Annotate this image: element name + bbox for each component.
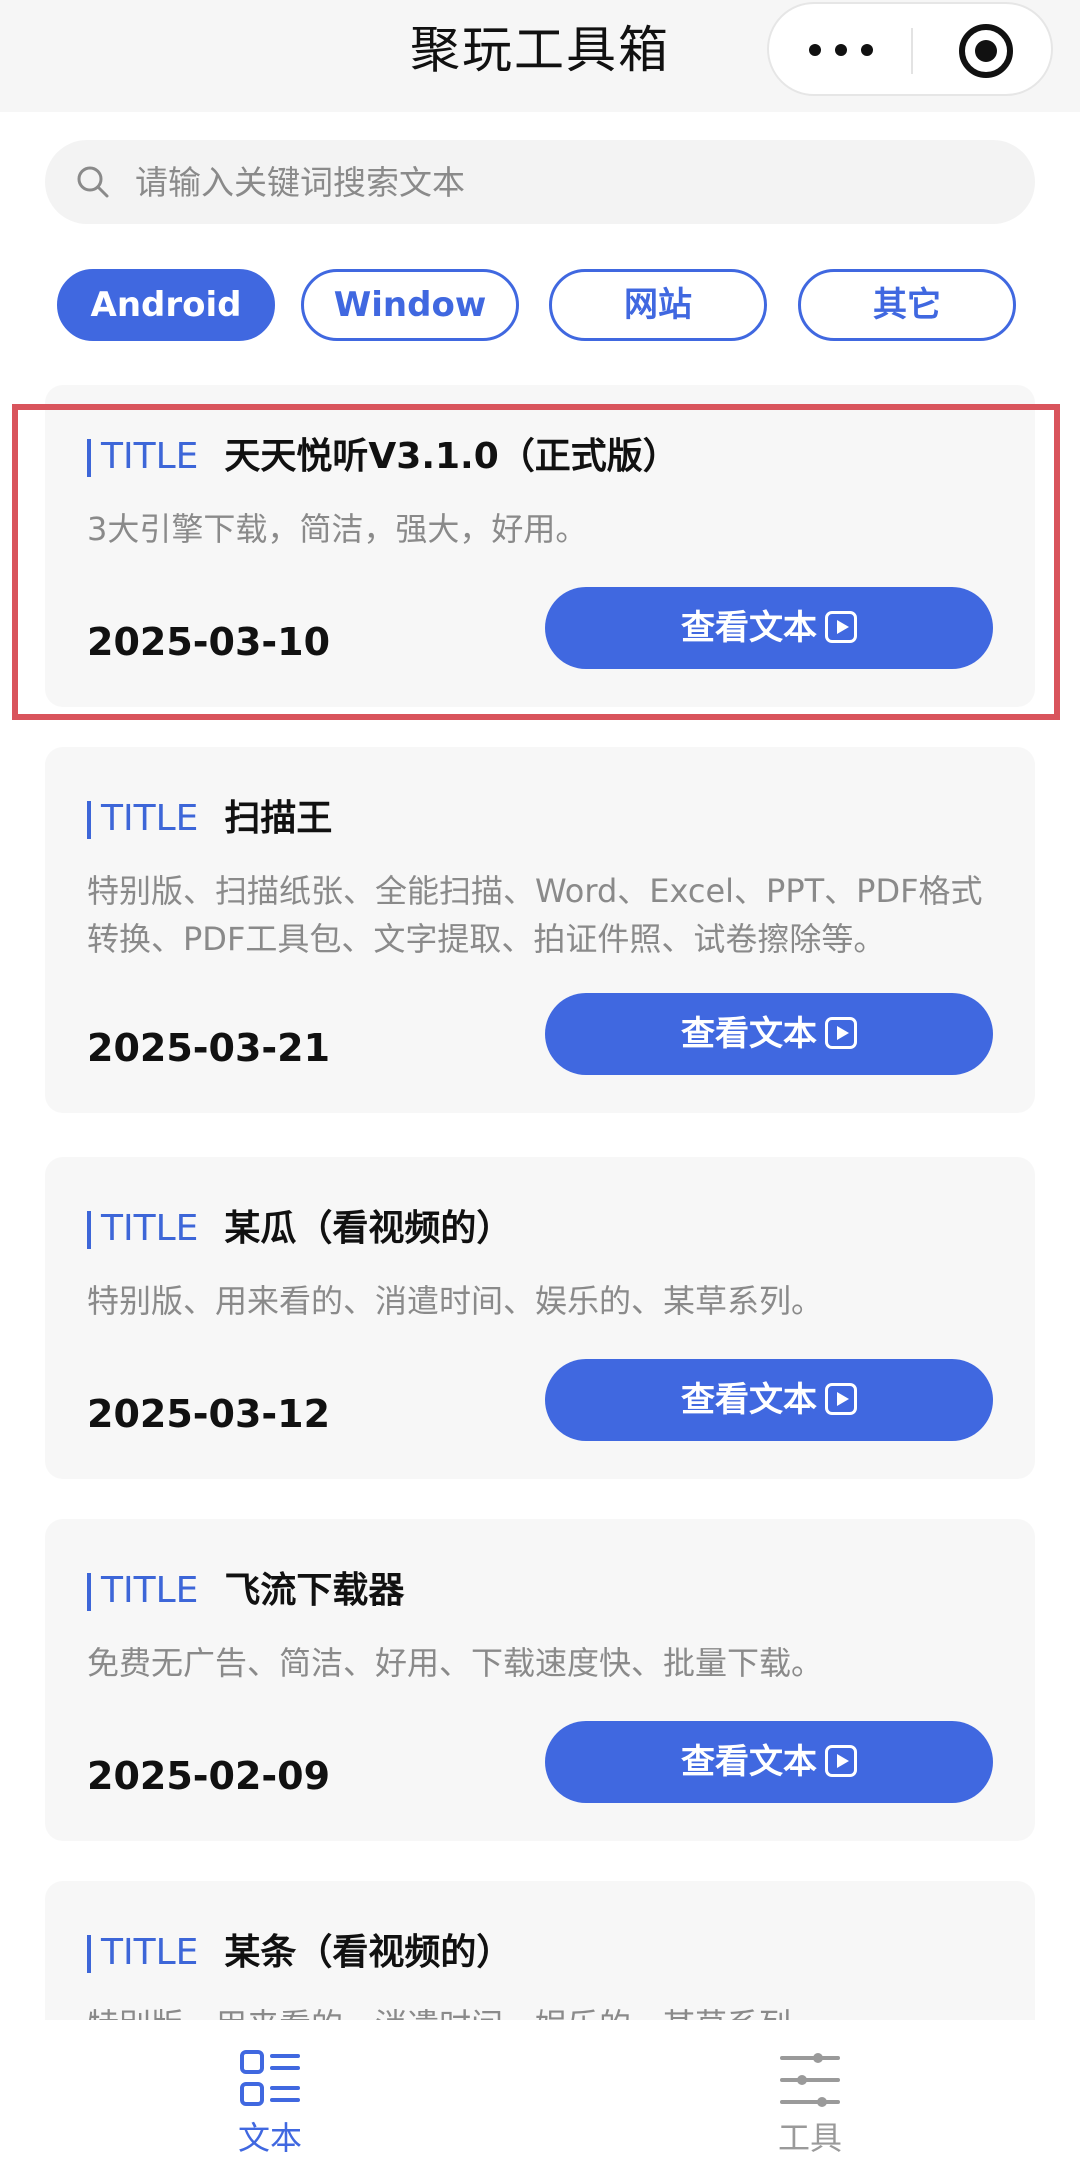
card-title: 天天悦听V3.1.0（正式版） — [224, 436, 679, 477]
title-tag: TITLE — [87, 1567, 198, 1615]
card-title-row: TITLE 某条（看视频的） — [87, 1929, 512, 1977]
title-tag: TITLE — [87, 795, 198, 843]
more-icon[interactable] — [809, 42, 873, 58]
card-date: 2025-03-21 — [87, 1026, 331, 1070]
tab-android[interactable]: Android — [57, 269, 275, 341]
tab-website[interactable]: 网站 — [549, 269, 767, 341]
card-title-row: TITLE 某瓜（看视频的） — [87, 1205, 512, 1253]
list-item: TITLE 飞流下载器 免费无广告、简洁、好用、下载速度快、批量下载。 2025-… — [45, 1519, 1035, 1841]
list-item: TITLE 某瓜（看视频的） 特别版、用来看的、消遣时间、娱乐的、某草系列。 20… — [45, 1157, 1035, 1479]
tabbar-label-text: 文本 — [237, 2119, 302, 2157]
mini-program-capsule — [767, 2, 1053, 96]
card-title-row: TITLE 扫描王 — [87, 795, 332, 843]
tabbar-item-text[interactable]: 文本 — [170, 2020, 370, 2172]
tabbar-label-tools: 工具 — [777, 2119, 842, 2157]
card-description: 特别版、扫描纸张、全能扫描、Word、Excel、PPT、PDF格式转换、PDF… — [87, 872, 983, 958]
title-tag: TITLE — [87, 1205, 198, 1253]
capsule-divider — [911, 28, 913, 74]
tabbar-item-tools[interactable]: 工具 — [710, 2020, 910, 2172]
view-text-button-label: 查看文本 — [681, 1742, 817, 1782]
play-icon — [825, 610, 857, 643]
card-title: 飞流下载器 — [224, 1570, 405, 1611]
list-item: TITLE 扫描王 特别版、扫描纸张、全能扫描、Word、Excel、PPT、PD… — [45, 747, 1035, 1113]
sliders-icon — [780, 2053, 840, 2107]
view-text-button[interactable]: 查看文本 — [545, 587, 993, 669]
card-date: 2025-03-10 — [87, 620, 331, 664]
title-tag: TITLE — [87, 1929, 198, 1977]
search-bar[interactable] — [45, 140, 1035, 224]
category-tabs: Android Window 网站 其它 — [57, 269, 1023, 341]
card-title: 扫描王 — [224, 798, 333, 839]
card-title-row: TITLE 天天悦听V3.1.0（正式版） — [87, 433, 679, 481]
search-input[interactable] — [135, 140, 1015, 224]
card-description: 特别版、用来看的、消遣时间、娱乐的、某草系列。 — [87, 1282, 824, 1320]
view-text-button-label: 查看文本 — [681, 1380, 817, 1420]
play-icon — [825, 1744, 857, 1777]
card-title: 某条（看视频的） — [224, 1932, 513, 1973]
card-date: 2025-03-12 — [87, 1392, 331, 1436]
card-description: 特别版、用来看的、消遣时间、娱乐的、某草系列。 — [87, 2001, 1007, 2020]
tab-window[interactable]: Window — [301, 269, 519, 341]
card-title: 某瓜（看视频的） — [224, 1208, 513, 1249]
bottom-tab-bar: 文本 工具 — [0, 2020, 1080, 2172]
card-description: 3大引擎下载，简洁，强大，好用。 — [87, 510, 588, 548]
list-icon — [240, 2050, 300, 2106]
list-item: TITLE 天天悦听V3.1.0（正式版） 3大引擎下载，简洁，强大，好用。 20… — [45, 385, 1035, 707]
view-text-button-label: 查看文本 — [681, 1014, 817, 1054]
search-icon — [77, 166, 109, 198]
item-list: TITLE 天天悦听V3.1.0（正式版） 3大引擎下载，简洁，强大，好用。 20… — [0, 385, 1080, 2020]
card-description: 免费无广告、简洁、好用、下载速度快、批量下载。 — [87, 1644, 824, 1682]
view-text-button-label: 查看文本 — [681, 608, 817, 648]
view-text-button[interactable]: 查看文本 — [545, 1721, 993, 1803]
navigation-bar: 聚玩工具箱 — [0, 0, 1080, 112]
card-date: 2025-02-09 — [87, 1754, 331, 1798]
play-icon — [825, 1382, 857, 1415]
card-title-row: TITLE 飞流下载器 — [87, 1567, 404, 1615]
title-tag: TITLE — [87, 433, 198, 481]
view-text-button[interactable]: 查看文本 — [545, 993, 993, 1075]
close-target-icon[interactable] — [959, 24, 1013, 78]
tab-other[interactable]: 其它 — [798, 269, 1016, 341]
play-icon — [825, 1016, 857, 1049]
list-item: TITLE 某条（看视频的） 特别版、用来看的、消遣时间、娱乐的、某草系列。 — [45, 1881, 1035, 2020]
view-text-button[interactable]: 查看文本 — [545, 1359, 993, 1441]
